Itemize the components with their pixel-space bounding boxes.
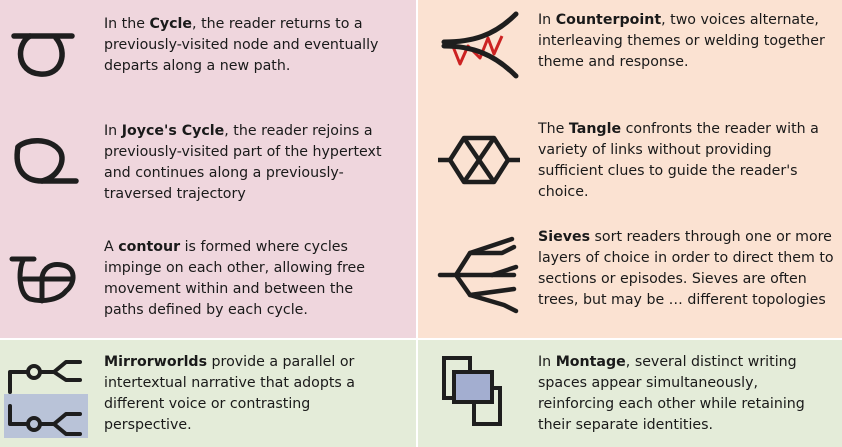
sieves-cell: Sieves sort readers through one or more … bbox=[418, 225, 842, 338]
mirrorworlds-icon bbox=[4, 352, 92, 440]
counterpoint-term: Counterpoint bbox=[555, 12, 662, 28]
tangle-cell: The Tangle confronts the reader with a v… bbox=[418, 113, 842, 225]
cycle-cell: In the Cycle, the reader returns to a pr… bbox=[0, 0, 416, 113]
joyce-cycle-icon bbox=[4, 117, 92, 205]
cycle-icon bbox=[4, 10, 92, 98]
montage-description: In Montage, several distinct writing spa… bbox=[538, 354, 805, 433]
sieves-icon bbox=[436, 229, 524, 317]
joyce-cycle-description: In Joyce's Cycle, the reader rejoins a p… bbox=[104, 123, 382, 202]
mirrorworlds-cell: Mirrorworlds provide a parallel or inter… bbox=[0, 340, 416, 447]
tangle-description: The Tangle confronts the reader with a v… bbox=[538, 121, 819, 200]
contour-description: A contour is formed where cycles impinge… bbox=[104, 239, 365, 318]
montage-cell: In Montage, several distinct writing spa… bbox=[418, 340, 842, 447]
mirrorworlds-description: Mirrorworlds provide a parallel or inter… bbox=[104, 354, 355, 433]
montage-term: Montage bbox=[555, 354, 626, 370]
sieves-term: Sieves bbox=[538, 229, 591, 245]
contour-term: contour bbox=[118, 239, 181, 255]
contour-icon bbox=[4, 237, 92, 325]
sieves-description: Sieves sort readers through one or more … bbox=[538, 229, 834, 308]
joyce-cycle-cell: In Joyce's Cycle, the reader rejoins a p… bbox=[0, 113, 416, 225]
joyce-cycle-term: Joyce's Cycle bbox=[121, 123, 225, 139]
tangle-icon bbox=[436, 116, 524, 204]
cycle-term: Cycle bbox=[149, 16, 193, 32]
montage-icon bbox=[436, 348, 524, 436]
mirrorworlds-term: Mirrorworlds bbox=[104, 354, 208, 370]
counterpoint-icon bbox=[436, 8, 524, 96]
contour-cell: A contour is formed where cycles impinge… bbox=[0, 225, 416, 338]
counterpoint-description: In Counterpoint, two voices alternate, i… bbox=[538, 12, 825, 70]
tangle-term: Tangle bbox=[568, 121, 622, 137]
counterpoint-cell: In Counterpoint, two voices alternate, i… bbox=[418, 0, 842, 113]
cycle-description: In the Cycle, the reader returns to a pr… bbox=[104, 16, 379, 74]
